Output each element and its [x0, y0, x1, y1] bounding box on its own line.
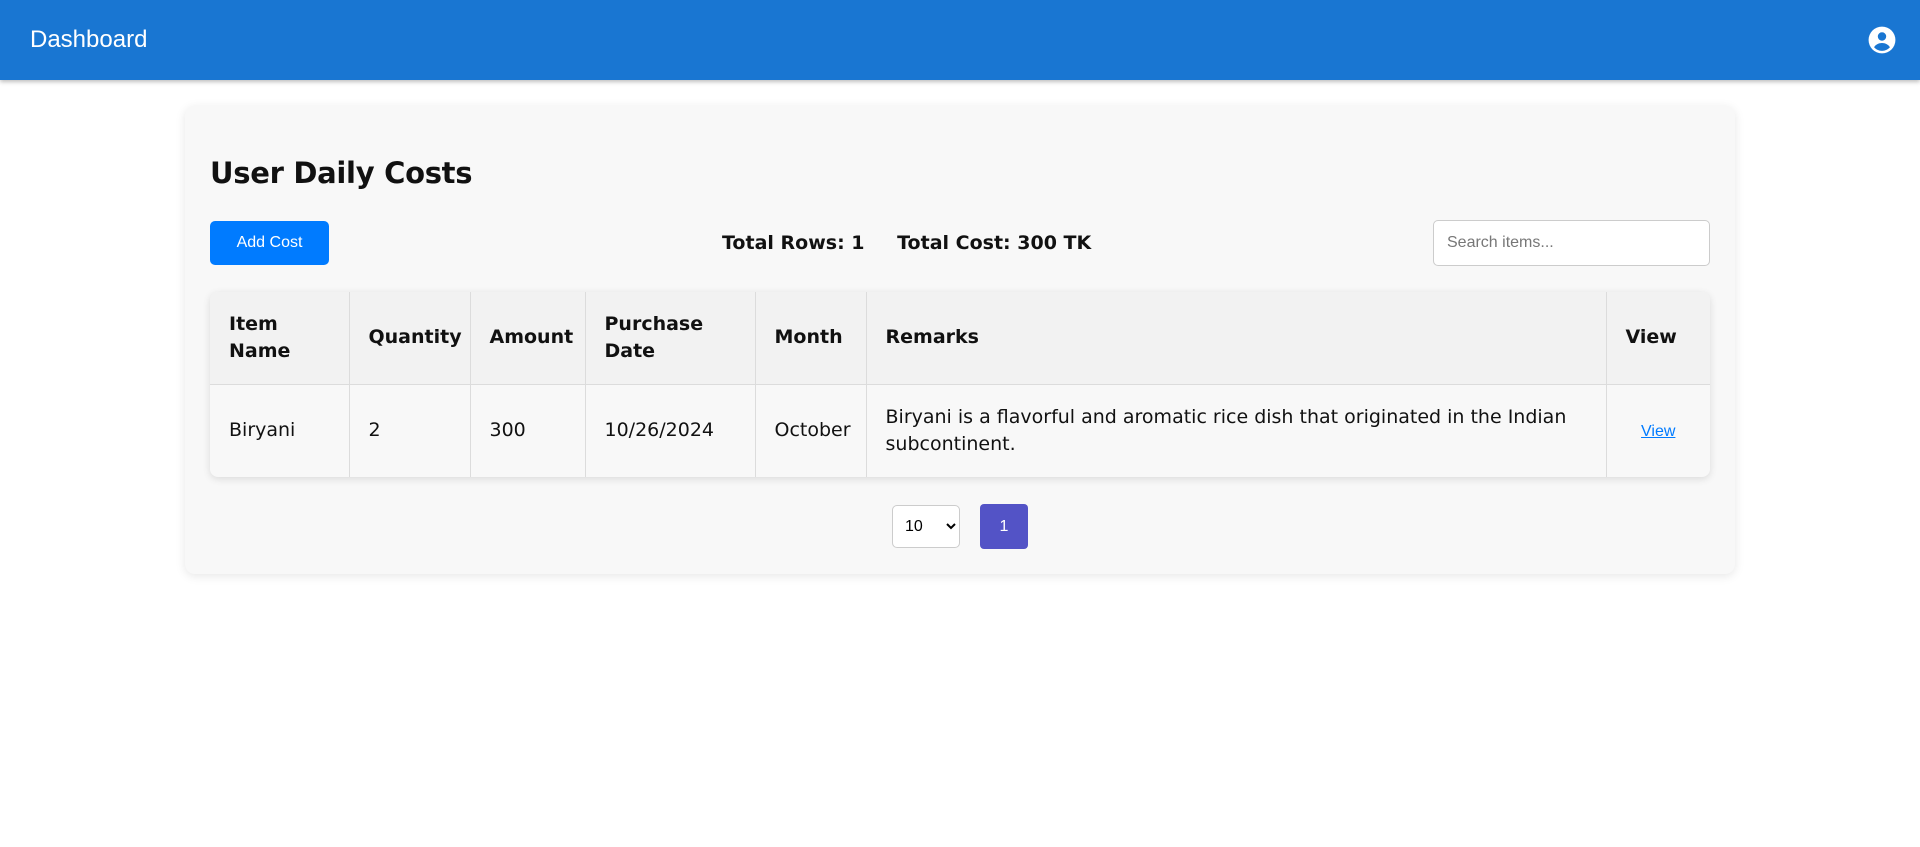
cell-remarks: Biryani is a flavorful and aromatic rice…	[865, 383, 1607, 477]
total-rows: Total Rows: 1	[722, 232, 865, 254]
column-header-view: View	[1605, 292, 1710, 385]
total-cost: Total Cost: 300 TK	[897, 232, 1092, 254]
column-header-item-name: Item Name	[210, 292, 350, 385]
page-title: User Daily Costs	[210, 156, 473, 190]
column-header-remarks: Remarks	[865, 292, 1607, 385]
table-row: Biryani 2 300 10/26/2024 October Biryani…	[210, 383, 1710, 477]
daily-costs-card: User Daily Costs Add Cost Total Rows: 1 …	[185, 106, 1735, 574]
totals-summary: Total Rows: 1 Total Cost: 300 TK	[722, 232, 1091, 254]
pagination: 10 1	[185, 504, 1735, 549]
search-input[interactable]	[1433, 220, 1710, 266]
column-header-amount: Amount	[469, 292, 586, 385]
account-circle-icon[interactable]	[1868, 26, 1896, 54]
view-link[interactable]: View	[1641, 423, 1675, 440]
cell-item-name: Biryani	[210, 383, 350, 477]
cell-month: October	[754, 383, 867, 477]
table-header-row: Item Name Quantity Amount Purchase Date …	[210, 292, 1710, 385]
column-header-quantity: Quantity	[348, 292, 471, 385]
cell-amount: 300	[469, 383, 586, 477]
cell-view: View	[1605, 383, 1710, 477]
page-1-button[interactable]: 1	[980, 504, 1028, 549]
app-bar: Dashboard	[0, 0, 1920, 80]
column-header-purchase-date: Purchase Date	[584, 292, 756, 385]
add-cost-button[interactable]: Add Cost	[210, 221, 329, 265]
cell-quantity: 2	[348, 383, 471, 477]
column-header-month: Month	[754, 292, 867, 385]
page-size-select[interactable]: 10	[892, 505, 960, 548]
cell-purchase-date: 10/26/2024	[584, 383, 756, 477]
app-title: Dashboard	[30, 26, 148, 53]
costs-table: Item Name Quantity Amount Purchase Date …	[210, 292, 1710, 477]
costs-table-container: Item Name Quantity Amount Purchase Date …	[210, 292, 1710, 477]
